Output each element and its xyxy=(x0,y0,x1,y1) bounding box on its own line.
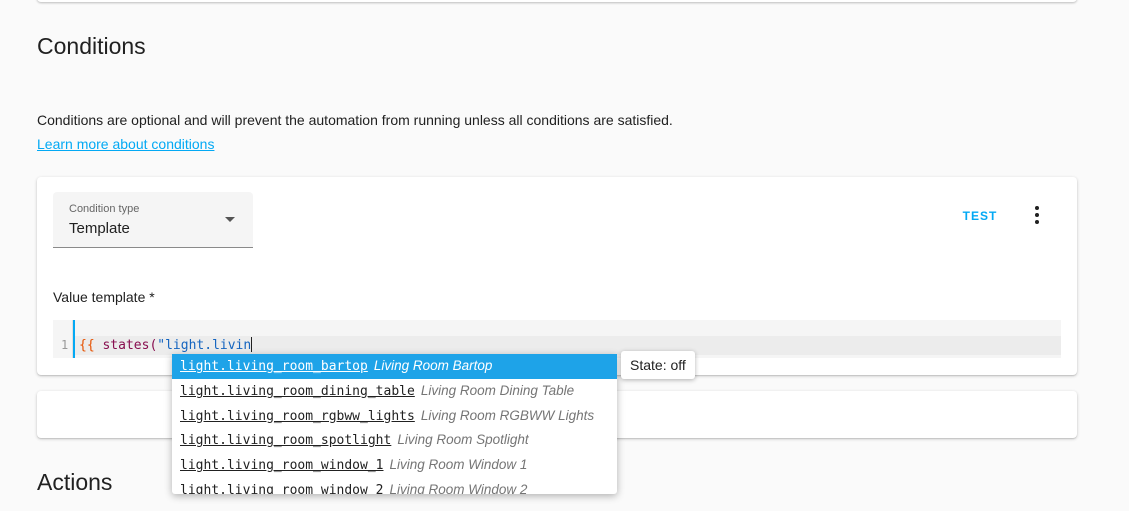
autocomplete-item[interactable]: light.living_room_window_2 Living Room Wi… xyxy=(172,478,617,494)
code-function: states xyxy=(102,338,150,353)
autocomplete-dropdown: light.living_room_bartop Living Room Bart… xyxy=(172,354,617,494)
autocomplete-item[interactable]: light.living_room_rgbww_lights Living Roo… xyxy=(172,404,617,429)
text-cursor xyxy=(251,337,253,352)
value-template-label: Value template * xyxy=(53,289,155,305)
conditions-heading: Conditions xyxy=(37,33,146,59)
condition-type-select[interactable]: Condition type Template xyxy=(53,192,253,248)
entity-name: Living Room Bartop xyxy=(373,358,493,373)
editor-focus-bar xyxy=(73,320,75,358)
entity-name: Living Room Window 2 xyxy=(389,481,528,494)
condition-card: Condition type Template TEST Value templ… xyxy=(37,177,1077,375)
condition-type-label: Condition type xyxy=(69,203,140,215)
entity-id: light.living_room_dining_table xyxy=(180,383,415,399)
autocomplete-item[interactable]: light.living_room_dining_table Living Roo… xyxy=(172,379,617,404)
entity-state-tooltip: State: off xyxy=(621,351,695,379)
entity-id: light.living_room_spotlight xyxy=(180,433,392,449)
code-string: "light.livin xyxy=(157,338,252,353)
conditions-description: Conditions are optional and will prevent… xyxy=(37,112,673,128)
autocomplete-item[interactable]: light.living_room_window_1 Living Room Wi… xyxy=(172,453,617,478)
entity-id: light.living_room_window_1 xyxy=(180,458,384,474)
value-template-editor[interactable]: 1 {{ states("light.livin xyxy=(53,320,1061,358)
editor-gutter: 1 xyxy=(53,320,73,358)
test-button[interactable]: TEST xyxy=(955,205,1005,227)
entity-id: light.living_room_bartop xyxy=(180,359,368,374)
code-brace: {{ xyxy=(79,338,103,353)
dropdown-arrow-icon xyxy=(225,217,235,222)
previous-section-card xyxy=(37,0,1077,2)
condition-type-value: Template xyxy=(69,220,130,237)
more-vertical-icon[interactable] xyxy=(1023,201,1051,231)
line-number: 1 xyxy=(61,338,69,352)
autocomplete-item[interactable]: light.living_room_bartop Living Room Bart… xyxy=(172,354,617,379)
entity-id: light.living_room_window_2 xyxy=(180,482,384,494)
actions-heading: Actions xyxy=(37,469,113,495)
autocomplete-item[interactable]: light.living_room_spotlight Living Room S… xyxy=(172,428,617,453)
entity-name: Living Room RGBWW Lights xyxy=(420,407,595,423)
entity-name: Living Room Spotlight xyxy=(397,432,529,448)
editor-code-line[interactable]: {{ states("light.livin xyxy=(79,337,253,353)
entity-name: Living Room Window 1 xyxy=(389,457,528,473)
entity-name: Living Room Dining Table xyxy=(420,382,575,398)
entity-id: light.living_room_rgbww_lights xyxy=(180,408,415,424)
learn-more-conditions-link[interactable]: Learn more about conditions xyxy=(37,136,214,152)
